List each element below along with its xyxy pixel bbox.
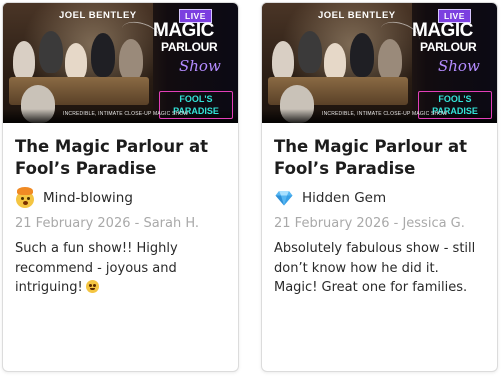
- review-text: Absolutely fabulous show - still don’t k…: [274, 241, 476, 295]
- poster-magic: MAGIC: [153, 20, 214, 41]
- star-struck-emoji-icon: [85, 280, 99, 293]
- poster-performer: JOEL BENTLEY: [318, 10, 396, 21]
- poster-parlour: PARLOUR: [420, 40, 477, 54]
- rating-label: Hidden Gem: [302, 190, 387, 206]
- poster-tagline: INCREDIBLE, INTIMATE CLOSE-UP MAGIC SHOW: [322, 111, 448, 117]
- show-poster-image: JOEL BENTLEY LIVE MAGIC PARLOUR Show FOO…: [262, 3, 497, 123]
- review-text: Such a fun show!! Highly recommend - joy…: [15, 241, 178, 295]
- poster-show: Show: [438, 57, 480, 75]
- gem-emoji-icon: [274, 188, 294, 208]
- card-title[interactable]: The Magic Parlour at Fool’s Paradise: [15, 136, 226, 180]
- review-card[interactable]: JOEL BENTLEY LIVE MAGIC PARLOUR Show FOO…: [2, 2, 239, 372]
- review-meta: 21 February 2026 - Sarah H.: [15, 216, 200, 231]
- rating-label: Mind-blowing: [43, 190, 133, 206]
- poster-show: Show: [179, 57, 221, 75]
- rating-row: Mind-blowing: [15, 186, 226, 210]
- rating-row: Hidden Gem: [274, 186, 485, 210]
- mind-blown-emoji-icon: [15, 187, 35, 208]
- review-meta: 21 February 2026 - Jessica G.: [274, 216, 465, 231]
- poster-tagline: INCREDIBLE, INTIMATE CLOSE-UP MAGIC SHOW: [63, 111, 189, 117]
- show-poster-image: JOEL BENTLEY LIVE MAGIC PARLOUR Show FOO…: [3, 3, 238, 123]
- poster-performer: JOEL BENTLEY: [59, 10, 137, 21]
- review-card[interactable]: JOEL BENTLEY LIVE MAGIC PARLOUR Show FOO…: [261, 2, 498, 372]
- card-title[interactable]: The Magic Parlour at Fool’s Paradise: [274, 136, 485, 180]
- poster-parlour: PARLOUR: [161, 40, 218, 54]
- poster-magic: MAGIC: [412, 20, 473, 41]
